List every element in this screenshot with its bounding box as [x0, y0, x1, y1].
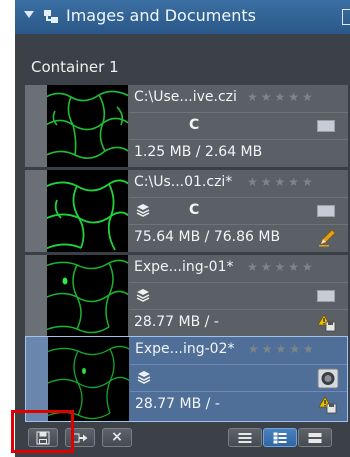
monitor-rect-icon[interactable]	[317, 290, 335, 302]
layers-icon[interactable]	[137, 370, 151, 386]
layers-icon[interactable]	[136, 288, 150, 304]
cell-image-icon	[47, 90, 128, 159]
monitor-rect-icon[interactable]	[317, 120, 335, 132]
collapse-arrow-icon[interactable]	[24, 11, 34, 18]
row-handle[interactable]	[25, 85, 47, 167]
document-size: 28.77 MB / -	[134, 314, 219, 330]
save-button-highlight	[11, 410, 74, 453]
container-label: Container 1	[31, 58, 119, 76]
panel-title: Images and Documents	[66, 6, 256, 25]
channel-label: C	[189, 202, 200, 218]
row-handle[interactable]	[25, 255, 47, 337]
list-view-button[interactable]	[228, 428, 262, 447]
monitor-rect-icon[interactable]	[317, 205, 335, 217]
rating-stars[interactable]: ★★★★★	[247, 175, 316, 189]
document-name[interactable]: Expe...ing-01*	[134, 259, 234, 275]
layers-icon[interactable]	[136, 203, 150, 219]
document-size: 1.25 MB / 2.64 MB	[134, 144, 263, 160]
detail-view-icon	[273, 432, 287, 443]
cell-image-icon	[48, 345, 129, 420]
list-view-icon	[238, 432, 252, 443]
image-thumbnail[interactable]	[48, 337, 129, 421]
pencil-icon[interactable]	[317, 228, 337, 248]
cell-image-icon	[47, 179, 128, 251]
image-thumbnail[interactable]	[47, 85, 128, 167]
warning-save-icon[interactable]	[317, 313, 337, 333]
document-info: C:\Use...ive.czi ★★★★★ C 1.25 MB / 2.64 …	[129, 85, 348, 167]
row-handle[interactable]	[26, 337, 48, 421]
panel-pin-icon[interactable]	[342, 9, 350, 25]
document-row[interactable]: Expe...ing-01* ★★★★★ 28.77 MB / -	[25, 255, 348, 337]
gallery-view-button[interactable]	[298, 428, 332, 447]
close-document-button[interactable]: ×	[102, 428, 132, 447]
image-thumbnail[interactable]	[47, 255, 128, 337]
gallery-view-icon	[308, 432, 322, 443]
document-name[interactable]: C:\Use...ive.czi	[134, 89, 237, 105]
document-name[interactable]: Expe...ing-02*	[135, 341, 235, 357]
rating-stars[interactable]: ★★★★★	[247, 260, 316, 274]
camera-lens-icon[interactable]	[316, 366, 340, 390]
channel-label: C	[189, 117, 200, 133]
cell-image-icon	[47, 259, 128, 334]
documents-tree-icon	[44, 10, 58, 23]
images-documents-panel: Images and Documents Container 1 C:\Use.…	[15, 0, 350, 457]
panel-title-bar[interactable]: Images and Documents	[15, 0, 350, 34]
document-list: C:\Use...ive.czi ★★★★★ C 1.25 MB / 2.64 …	[25, 85, 350, 422]
detail-view-button[interactable]	[263, 428, 297, 447]
document-size: 28.77 MB / -	[135, 396, 220, 412]
document-info: Expe...ing-02* ★★★★★ 28.77 MB / -	[130, 337, 347, 421]
warning-save-icon[interactable]	[318, 395, 338, 415]
document-name[interactable]: C:\Us...01.czi*	[134, 174, 232, 190]
rating-stars[interactable]: ★★★★★	[247, 90, 316, 104]
document-size: 75.64 MB / 76.86 MB	[134, 229, 281, 245]
document-info: Expe...ing-01* ★★★★★ 28.77 MB / -	[129, 255, 348, 337]
document-info: C:\Us...01.czi* ★★★★★ C 75.64 MB / 76.86…	[129, 170, 348, 252]
document-row[interactable]: C:\Use...ive.czi ★★★★★ C 1.25 MB / 2.64 …	[25, 85, 348, 167]
row-handle[interactable]	[25, 170, 47, 252]
image-thumbnail[interactable]	[47, 170, 128, 252]
rating-stars[interactable]: ★★★★★	[248, 342, 317, 356]
document-row[interactable]: C:\Us...01.czi* ★★★★★ C 75.64 MB / 76.86…	[25, 170, 348, 252]
